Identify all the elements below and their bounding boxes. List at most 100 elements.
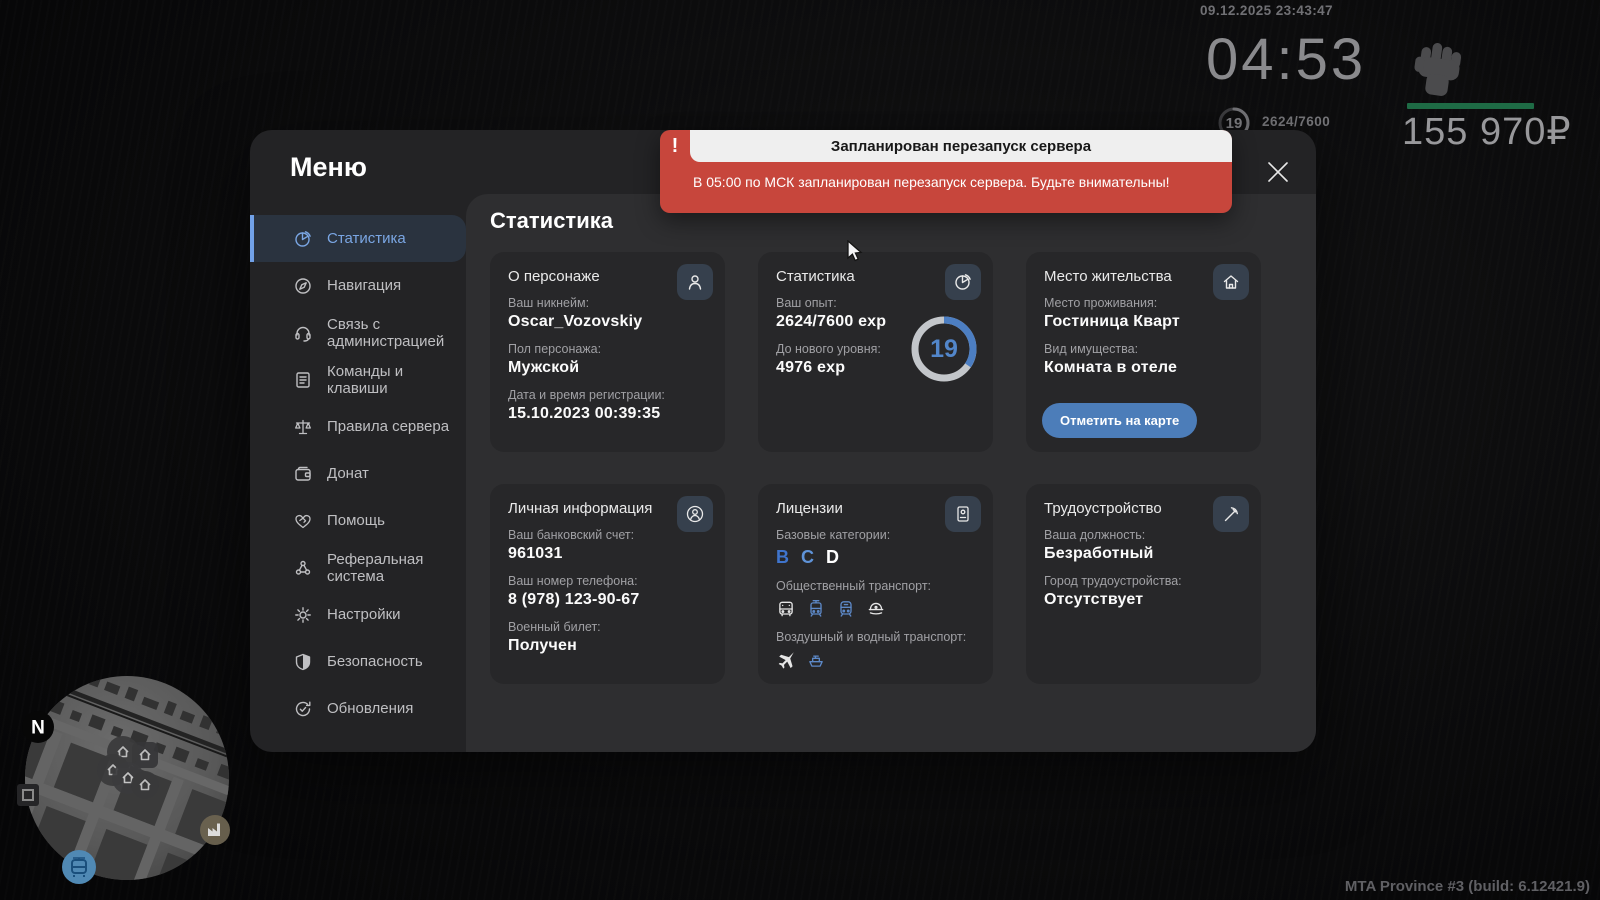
- house-icon: [1213, 264, 1249, 300]
- license-categories: B C D: [776, 547, 975, 568]
- field-value: Гостиница Кварт: [1044, 313, 1180, 330]
- minimap-north-marker: N: [22, 711, 54, 743]
- hud-exp-counter: 2624/7600: [1262, 114, 1331, 129]
- field-label: Вид имущества:: [1044, 342, 1139, 356]
- pie-chart-icon: [945, 264, 981, 300]
- level-number: 19: [930, 334, 958, 363]
- mouse-cursor: [847, 240, 863, 262]
- sidebar-item-security[interactable]: Безопасность: [250, 638, 466, 685]
- exclamation-icon: !: [671, 134, 679, 157]
- game-screen: 09.12.2025 23:43:47 04:53 19 2624/7600 1…: [0, 0, 1600, 900]
- field-label: Базовые категории:: [776, 528, 891, 542]
- category-c: C: [801, 547, 814, 567]
- minimap-bus-marker: [62, 850, 96, 884]
- plane-icon: [778, 652, 794, 669]
- field-label: Воздушный и водный транспорт:: [776, 630, 967, 644]
- sidebar-item-label: Команды и клавиши: [327, 362, 404, 397]
- compass-icon: [295, 277, 311, 294]
- sidebar-item-label: Статистика: [327, 230, 406, 247]
- field-label: Ваш никнейм:: [508, 296, 590, 310]
- server-build-label: MTA Province #3 (build: 6.12421.9): [1344, 878, 1590, 895]
- card-licenses: Лицензии Базовые категории: B C D Общест…: [758, 484, 993, 684]
- card-personal-info: Личная информация Ваш банковский счет: 9…: [490, 484, 725, 684]
- field-label: Дата и время регистрации:: [508, 388, 665, 402]
- server-restart-notification: ! Запланирован перезапуск сервера В 05:0…: [660, 130, 1232, 213]
- public-transport-icons: [776, 599, 975, 619]
- content-area: Статистика О персонаже Ваш никнейм: Osca…: [466, 194, 1316, 752]
- close-menu-button[interactable]: [1257, 151, 1299, 193]
- sidebar-item-label: Донат: [327, 465, 369, 482]
- sidebar-item-updates[interactable]: Обновления: [250, 685, 466, 732]
- minimap-square-marker: [17, 784, 39, 806]
- sidebar-item-referral-system[interactable]: Реферальная система: [250, 544, 466, 591]
- field-label: Ваш опыт:: [776, 296, 837, 310]
- level-progress-ring: 19: [907, 312, 981, 386]
- sidebar-item-navigation[interactable]: Навигация: [250, 262, 466, 309]
- sidebar-item-admin-contact[interactable]: Связь с администрацией: [250, 309, 466, 356]
- sidebar-item-commands-keys[interactable]: Команды и клавиши: [250, 356, 466, 403]
- notification-body: В 05:00 по МСК запланирован перезапуск с…: [693, 174, 1170, 190]
- card-employment: Трудоустройство Ваша должность: Безработ…: [1026, 484, 1261, 684]
- card-character: О персонаже Ваш никнейм: Oscar_Vozovskiy…: [490, 252, 725, 452]
- sidebar: Статистика Навигация Связь с администрац…: [250, 215, 466, 732]
- headset-icon: [295, 326, 311, 342]
- sidebar-item-label: Настройки: [327, 606, 401, 623]
- field-value: Отсутствует: [1044, 591, 1144, 608]
- minimap: N: [17, 676, 230, 884]
- air-water-transport-icons: [776, 650, 975, 670]
- card-stats: Статистика Ваш опыт: 2624/7600 exp До но…: [758, 252, 993, 452]
- wallet-icon: [295, 466, 311, 481]
- sidebar-item-statistics[interactable]: Статистика: [250, 215, 466, 262]
- raised-fist-icon: [1414, 43, 1462, 96]
- field-label: Город трудоустройства:: [1044, 574, 1182, 588]
- ship-icon: [809, 655, 823, 667]
- sidebar-item-label: Помощь: [327, 512, 385, 529]
- license-card-icon: [945, 496, 981, 532]
- pickaxe-icon: [1213, 496, 1249, 532]
- field-label: Общественный транспорт:: [776, 579, 932, 593]
- hud-money: 155 970₽: [1402, 111, 1572, 153]
- field-label: Место проживания:: [1044, 296, 1158, 310]
- field-value: Получен: [508, 637, 577, 654]
- field-label: Пол персонажа:: [508, 342, 602, 356]
- scales-icon: [295, 419, 311, 434]
- network-icon: [295, 560, 311, 575]
- field-value: Комната в отеле: [1044, 359, 1178, 376]
- field-value: Безработный: [1044, 545, 1154, 562]
- sidebar-item-label: Навигация: [327, 277, 402, 294]
- field-label: Ваша должность:: [1044, 528, 1146, 542]
- cards-grid: О персонаже Ваш никнейм: Oscar_Vozovskiy…: [490, 252, 1261, 684]
- list-icon: [296, 371, 310, 388]
- minimap-factory-marker: [200, 815, 230, 845]
- sidebar-item-label: Безопасность: [327, 653, 423, 670]
- field-value: 8 (978) 123-90-67: [508, 591, 640, 608]
- field-label: Ваш номер телефона:: [508, 574, 638, 588]
- person-icon: [677, 264, 713, 300]
- sidebar-item-label: Правила сервера: [327, 418, 450, 435]
- sidebar-item-donate[interactable]: Донат: [250, 450, 466, 497]
- hud-clock: 04:53: [1206, 27, 1367, 92]
- field-value: Oscar_Vozovskiy: [508, 313, 643, 330]
- sidebar-item-server-rules[interactable]: Правила сервера: [250, 403, 466, 450]
- sidebar-item-label: Связь с администрацией: [327, 315, 445, 350]
- shield-icon: [295, 653, 311, 670]
- bus-icon: [779, 601, 793, 617]
- captain-hat-icon: [868, 602, 884, 615]
- menu-panel: Меню Статистика Навигация Связь с админи…: [250, 130, 1316, 752]
- field-label: Военный билет:: [508, 620, 601, 634]
- category-d: D: [826, 547, 839, 567]
- train-icon: [840, 601, 852, 617]
- category-b: B: [776, 547, 789, 567]
- mark-on-map-button[interactable]: Отметить на карте: [1042, 403, 1198, 438]
- person-circle-icon: [677, 496, 713, 532]
- notification-title: Запланирован перезапуск сервера: [690, 130, 1232, 162]
- page-title: Статистика: [490, 208, 613, 233]
- heart-handshake-icon: [295, 514, 311, 528]
- sidebar-item-help[interactable]: Помощь: [250, 497, 466, 544]
- sidebar-item-settings[interactable]: Настройки: [250, 591, 466, 638]
- tram-icon: [810, 600, 822, 617]
- menu-title: Меню: [290, 152, 367, 182]
- hud-datetime: 09.12.2025 23:43:47: [1200, 3, 1333, 18]
- field-value: 961031: [508, 545, 563, 562]
- field-value: 15.10.2023 00:39:35: [508, 405, 661, 422]
